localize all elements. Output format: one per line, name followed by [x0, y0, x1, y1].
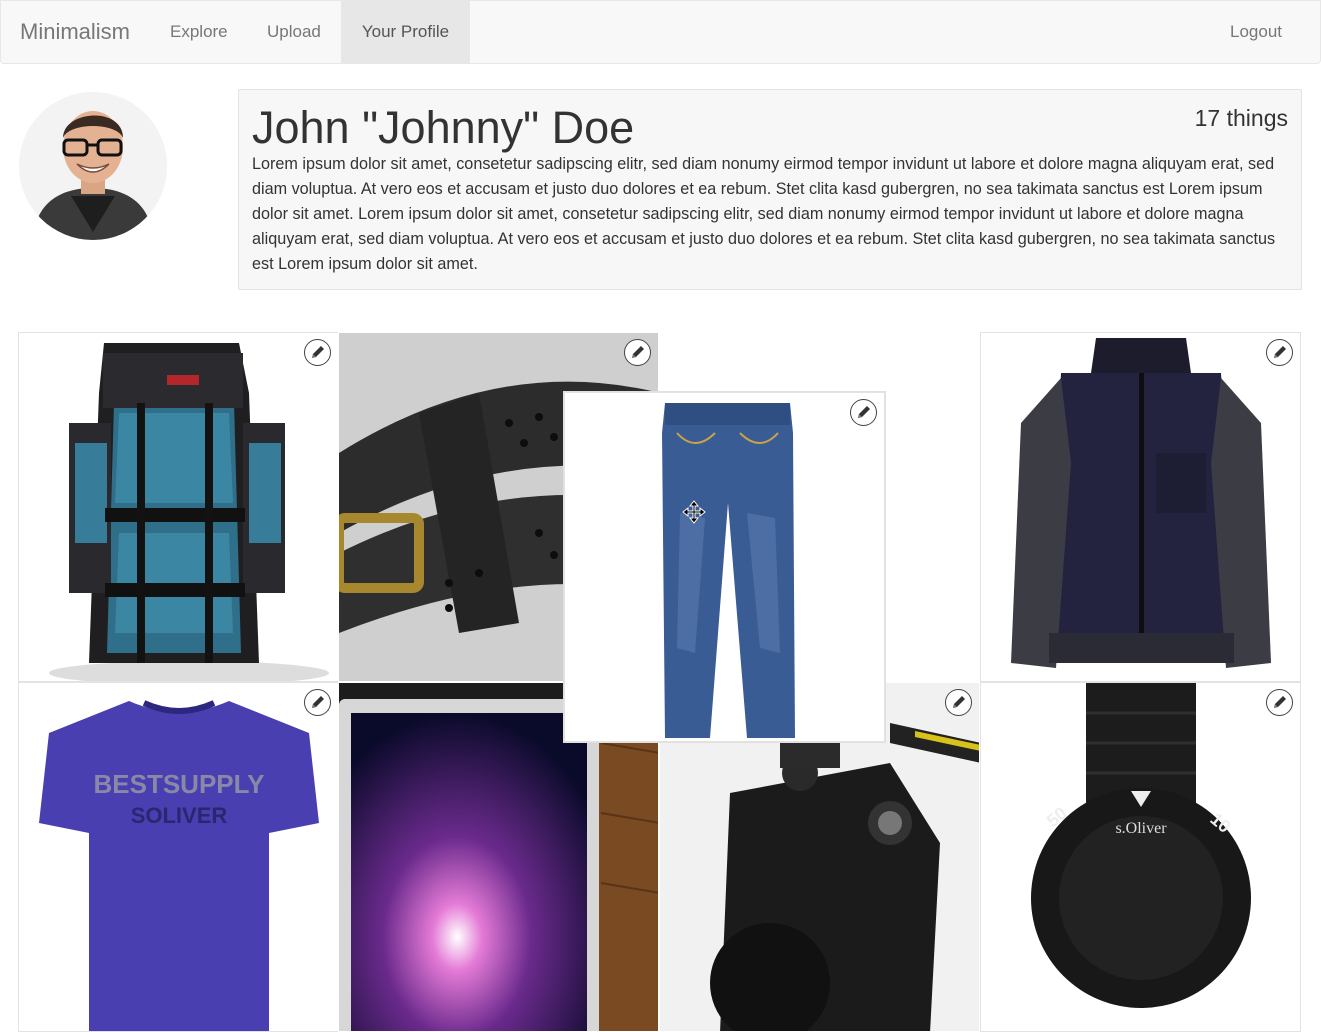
brand-logo[interactable]: Minimalism: [20, 1, 130, 63]
item-tile-watch[interactable]: s.Oliver 50 10: [980, 682, 1301, 1032]
nav-upload[interactable]: Upload: [267, 1, 321, 63]
item-tile-t-shirt[interactable]: BESTSUPPLY SOLIVER: [18, 682, 339, 1032]
pencil-icon: [953, 696, 965, 708]
svg-text:BESTSUPPLY: BESTSUPPLY: [94, 769, 265, 799]
t-shirt-image: BESTSUPPLY SOLIVER: [19, 683, 338, 1031]
item-tile-jacket[interactable]: [980, 332, 1301, 682]
profile-avatar: [19, 92, 167, 240]
item-tile-backpack[interactable]: [18, 332, 339, 682]
pencil-icon: [1274, 696, 1286, 708]
move-cursor-icon: [682, 500, 706, 524]
svg-text:s.Oliver: s.Oliver: [1115, 820, 1167, 837]
edit-item-button[interactable]: [1266, 339, 1293, 366]
item-tile-jeans-dragging[interactable]: [564, 392, 885, 742]
svg-text:SOLIVER: SOLIVER: [131, 803, 228, 828]
top-navbar: Minimalism Explore Upload Your Profile L…: [0, 0, 1321, 64]
edit-item-button[interactable]: [304, 339, 331, 366]
user-bio: Lorem ipsum dolor sit amet, consetetur s…: [252, 155, 1276, 273]
backpack-image: [19, 333, 338, 681]
pencil-icon: [312, 696, 324, 708]
profile-info-panel: John "Johnny" Doe 17 things Lorem ipsum …: [238, 89, 1302, 290]
edit-item-button[interactable]: [1266, 689, 1293, 716]
pencil-icon: [312, 346, 324, 358]
jeans-image: [565, 393, 884, 741]
thing-count: 17 things: [1194, 105, 1288, 131]
edit-item-button[interactable]: [304, 689, 331, 716]
watch-image: s.Oliver 50 10: [981, 683, 1300, 1031]
edit-item-button[interactable]: [850, 399, 877, 426]
logout-link[interactable]: Logout: [1230, 1, 1282, 63]
user-name: John "Johnny" Doe: [252, 102, 635, 153]
nav-your-profile[interactable]: Your Profile: [341, 1, 470, 63]
nav-explore[interactable]: Explore: [170, 1, 228, 63]
edit-item-button[interactable]: [624, 339, 651, 366]
pencil-icon: [858, 406, 870, 418]
jacket-image: [981, 333, 1300, 681]
edit-item-button[interactable]: [945, 689, 972, 716]
pencil-icon: [632, 346, 644, 358]
pencil-icon: [1274, 346, 1286, 358]
